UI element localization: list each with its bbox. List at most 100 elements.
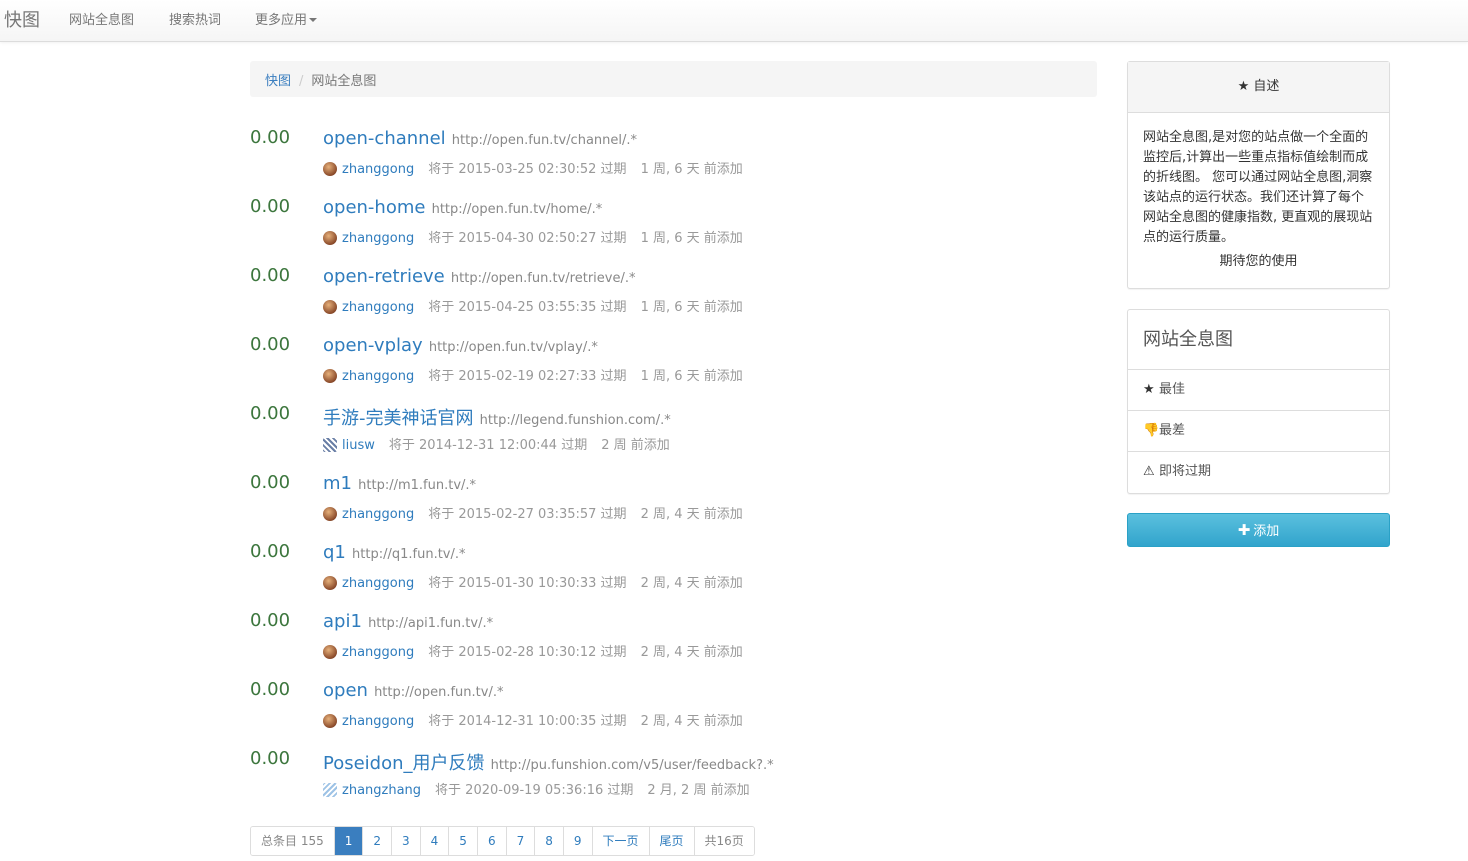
entry-url: http://open.fun.tv/retrieve/.* xyxy=(450,271,636,286)
about-panel-header: ★ 自述 xyxy=(1128,62,1389,113)
entry-title-link[interactable]: open-retrieve xyxy=(323,266,445,287)
breadcrumb-home-link[interactable]: 快图 xyxy=(265,74,291,89)
entry-title-link[interactable]: q1 xyxy=(323,542,346,563)
entry-user-link[interactable]: zhanggong xyxy=(342,162,414,177)
entry-meta: zhangzhang 将于 2020-09-19 05:36:16 过期 2 月, … xyxy=(323,779,750,798)
warning-icon: ⚠ xyxy=(1143,464,1155,479)
star-icon: ★ xyxy=(1143,382,1155,397)
pagination-total: 总条目 155 xyxy=(251,827,335,855)
add-button-label: 添加 xyxy=(1253,524,1280,539)
last-page-link[interactable]: 尾页 xyxy=(649,827,695,855)
page-link-2[interactable]: 2 xyxy=(363,827,393,855)
entry-added-time: 1 周, 6 天 前添加 xyxy=(640,369,743,384)
page-link-5[interactable]: 5 xyxy=(449,827,478,855)
add-button[interactable]: ✚ 添加 xyxy=(1127,513,1390,547)
entry-added-time: 2 月, 2 周 前添加 xyxy=(647,783,750,798)
health-score: 0.00 xyxy=(250,334,291,355)
breadcrumb: 快图 / 网站全息图 xyxy=(250,61,1097,97)
holograph-entry: 0.00 m1 http://m1.fun.tv/.* zhanggong 将于 20… xyxy=(250,472,1097,541)
holograph-menu-item[interactable]: ★ 最佳 xyxy=(1128,370,1389,411)
entry-url: http://m1.fun.tv/.* xyxy=(358,478,477,493)
user-avatar-icon xyxy=(323,507,337,521)
entry-title-line: open http://open.fun.tv/.* xyxy=(323,680,503,701)
entry-user-link[interactable]: zhangzhang xyxy=(342,783,421,798)
entry-expire-time: 将于 2015-03-25 02:30:52 过期 xyxy=(428,162,627,177)
entry-meta: zhanggong 将于 2014-12-31 10:00:35 过期 2 周, 4… xyxy=(323,710,743,729)
user-avatar-icon xyxy=(323,783,337,797)
entry-title-line: api1 http://api1.fun.tv/.* xyxy=(323,611,493,632)
entry-added-time: 2 周, 4 天 前添加 xyxy=(640,576,743,591)
entry-user-link[interactable]: zhanggong xyxy=(342,369,414,384)
holograph-entry: 0.00 open http://open.fun.tv/.* zhanggong 将… xyxy=(250,679,1097,748)
entry-added-time: 2 周, 4 天 前添加 xyxy=(640,507,743,522)
holograph-entry: 0.00 api1 http://api1.fun.tv/.* zhanggong 将… xyxy=(250,610,1097,679)
entry-user-link[interactable]: zhanggong xyxy=(342,576,414,591)
entry-title-link[interactable]: open-channel xyxy=(323,128,446,149)
holograph-menu-item[interactable]: ⚠ 即将过期 xyxy=(1128,452,1389,493)
holograph-menu-panel: 网站全息图 ★ 最佳 👎最差 ⚠ 即将过期 xyxy=(1127,309,1390,494)
entry-title-link[interactable]: open-home xyxy=(323,197,425,218)
holograph-menu-title: 网站全息图 xyxy=(1128,310,1389,370)
holograph-menu-item[interactable]: 👎最差 xyxy=(1128,411,1389,452)
brand-logo[interactable]: 快图 xyxy=(4,6,40,32)
entry-user-link[interactable]: zhanggong xyxy=(342,507,414,522)
entry-added-time: 2 周, 4 天 前添加 xyxy=(640,714,743,729)
about-footer: 期待您的使用 xyxy=(1219,254,1298,269)
entry-user-link[interactable]: zhanggong xyxy=(342,231,414,246)
entry-title-line: Poseidon_用户反馈 http://pu.funshion.com/v5/… xyxy=(323,749,774,775)
entry-title-line: open-retrieve http://open.fun.tv/retriev… xyxy=(323,266,635,287)
user-avatar-icon xyxy=(323,162,337,176)
holograph-entry: 0.00 open-vplay http://open.fun.tv/vplay/… xyxy=(250,334,1097,403)
user-avatar-icon xyxy=(323,231,337,245)
page-link-4[interactable]: 4 xyxy=(420,827,450,855)
entry-user-link[interactable]: zhanggong xyxy=(342,300,414,315)
page-link-1[interactable]: 1 xyxy=(334,827,364,855)
user-avatar-icon xyxy=(323,645,337,659)
entry-meta: zhanggong 将于 2015-01-30 10:30:33 过期 2 周, 4… xyxy=(323,572,743,591)
entry-expire-time: 将于 2015-01-30 10:30:33 过期 xyxy=(428,576,627,591)
health-score: 0.00 xyxy=(250,265,291,286)
about-description: 网站全息图,是对您的站点做一个全面的监控后,计算出一些重点指标值绘制而成的折线图… xyxy=(1143,130,1373,245)
holograph-menu-item-label: 最差 xyxy=(1159,423,1186,438)
page-link-9[interactable]: 9 xyxy=(563,827,593,855)
page-link-8[interactable]: 8 xyxy=(535,827,564,855)
pagination-page-count: 共16页 xyxy=(694,827,754,855)
nav-item-hot-search[interactable]: 搜索热词 xyxy=(169,9,221,28)
entry-expire-time: 将于 2014-12-31 12:00:44 过期 xyxy=(388,438,588,453)
entry-user-link[interactable]: liusw xyxy=(342,438,375,453)
entry-title-link[interactable]: m1 xyxy=(323,473,352,494)
page-link-6[interactable]: 6 xyxy=(477,827,507,855)
holograph-menu-item-label: 即将过期 xyxy=(1159,464,1212,479)
health-score: 0.00 xyxy=(250,403,291,424)
holograph-entry: 0.00 open-home http://open.fun.tv/home/.*… xyxy=(250,196,1097,265)
top-navbar: 快图 网站全息图 搜索热词 更多应用 xyxy=(0,0,1468,42)
user-avatar-icon xyxy=(323,438,337,452)
entry-expire-time: 将于 2015-02-27 03:35:57 过期 xyxy=(428,507,627,522)
entry-expire-time: 将于 2015-02-28 10:30:12 过期 xyxy=(428,645,627,660)
entry-url: http://q1.fun.tv/.* xyxy=(352,547,466,562)
entry-user-link[interactable]: zhanggong xyxy=(342,645,414,660)
entry-title-link[interactable]: open-vplay xyxy=(323,335,423,356)
entry-title-link[interactable]: open xyxy=(323,680,368,701)
page-link-3[interactable]: 3 xyxy=(392,827,421,855)
entry-url: http://open.fun.tv/vplay/.* xyxy=(428,340,598,355)
nav-item-more-apps[interactable]: 更多应用 xyxy=(255,9,318,28)
entry-added-time: 1 周, 6 天 前添加 xyxy=(640,231,743,246)
health-score: 0.00 xyxy=(250,610,291,631)
holograph-entry: 0.00 q1 http://q1.fun.tv/.* zhanggong 将于 20… xyxy=(250,541,1097,610)
holograph-menu-item-label: 最佳 xyxy=(1159,382,1186,397)
page-link-7[interactable]: 7 xyxy=(506,827,536,855)
holograph-entry: 0.00 手游-完美神话官网 http://legend.funshion.com… xyxy=(250,403,1097,472)
user-avatar-icon xyxy=(323,300,337,314)
entry-url: http://open.fun.tv/channel/.* xyxy=(451,133,638,148)
entry-user-link[interactable]: zhanggong xyxy=(342,714,414,729)
entry-added-time: 1 周, 6 天 前添加 xyxy=(640,162,743,177)
nav-item-holograph[interactable]: 网站全息图 xyxy=(69,9,134,28)
entry-meta: zhanggong 将于 2015-02-19 02:27:33 过期 1 周, 6… xyxy=(323,365,743,384)
next-page-link[interactable]: 下一页 xyxy=(592,827,650,855)
entry-title-link[interactable]: Poseidon_用户反馈 xyxy=(323,753,485,774)
entry-title-link[interactable]: 手游-完美神话官网 xyxy=(323,408,474,429)
entry-meta: zhanggong 将于 2015-02-28 10:30:12 过期 2 周, 4… xyxy=(323,641,743,660)
health-score: 0.00 xyxy=(250,127,291,148)
entry-title-link[interactable]: api1 xyxy=(323,611,362,632)
